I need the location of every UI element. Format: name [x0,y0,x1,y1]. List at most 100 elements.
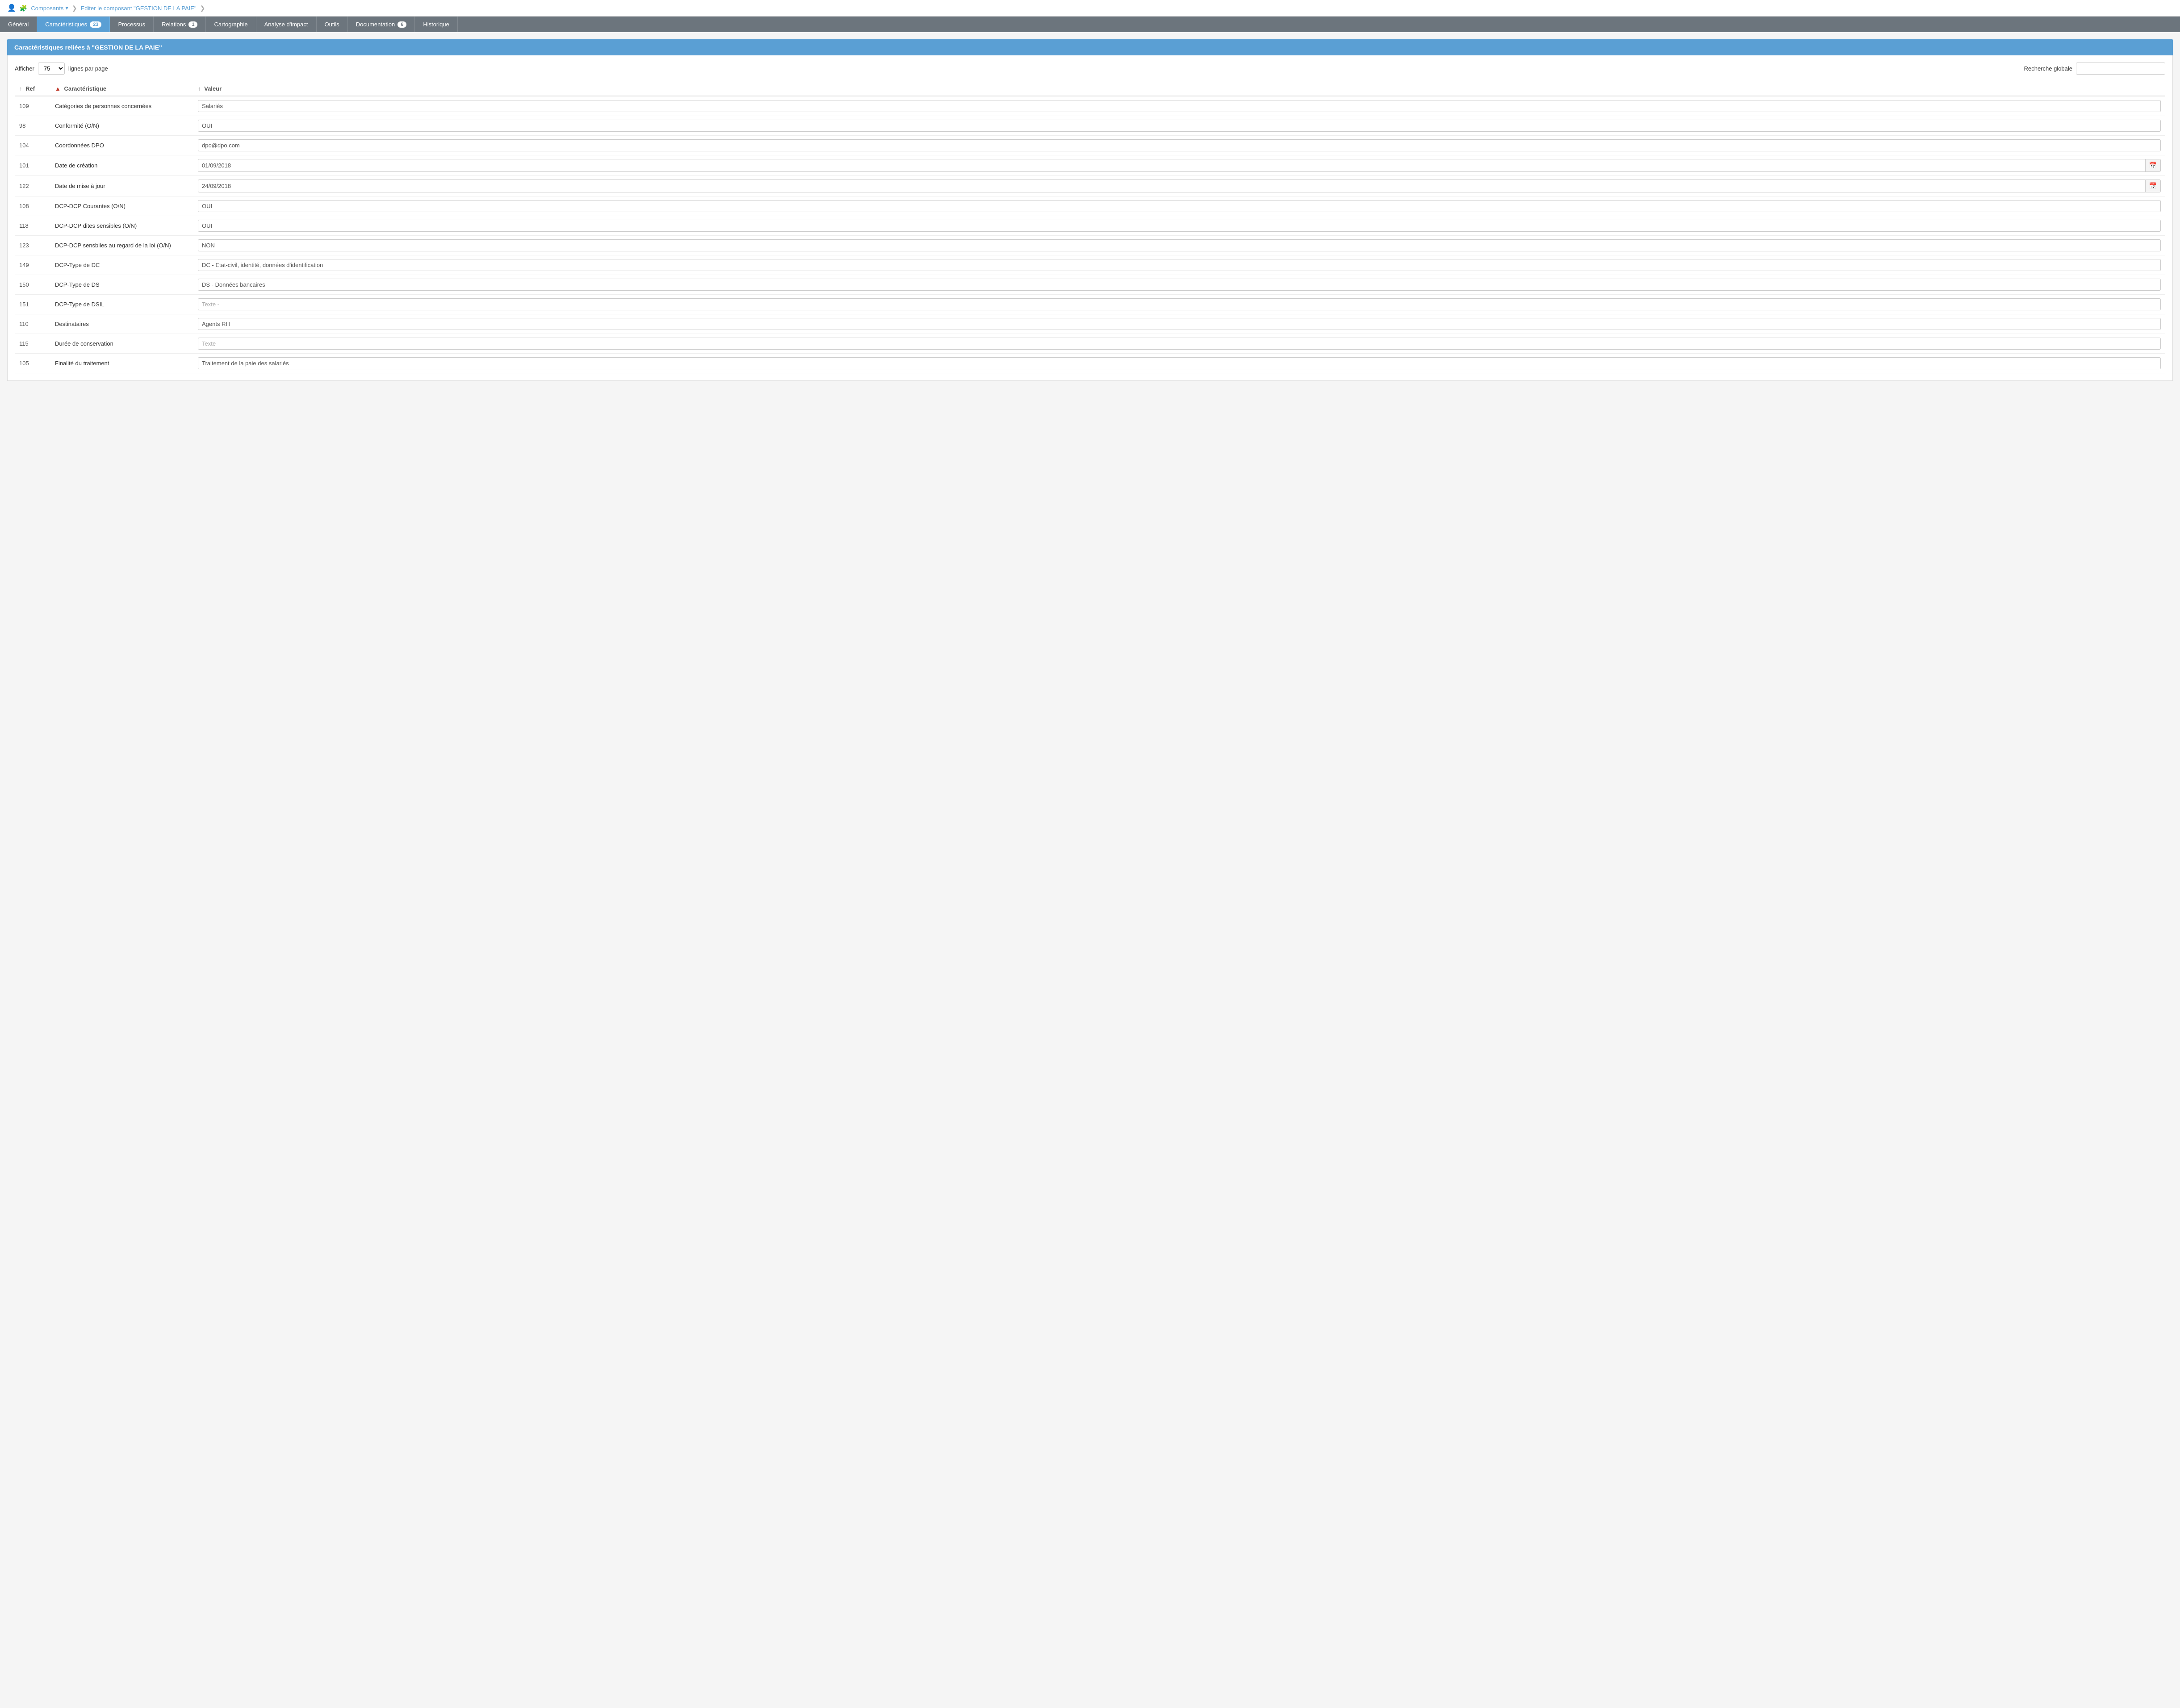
afficher-label: Afficher [15,65,34,72]
tab-caracteristiques[interactable]: Caractéristiques 23 [37,17,110,32]
cell-valeur [193,255,2165,275]
breadcrumb-chevron-2: ❯ [200,4,205,12]
table-row: 149DCP-Type de DC [15,255,2165,275]
cell-ref: 101 [15,155,50,176]
composants-label: Composants [31,5,63,12]
valeur-input[interactable] [198,318,2161,330]
tab-caracteristiques-label: Caractéristiques [45,21,87,28]
table-row: 104Coordonnées DPO [15,136,2165,155]
cell-caracteristique: Date de mise à jour [50,176,193,196]
cell-ref: 149 [15,255,50,275]
cell-valeur [193,116,2165,136]
valeur-input[interactable] [198,139,2161,151]
user-icon[interactable]: 👤 [7,4,16,13]
cell-ref: 105 [15,354,50,373]
valeur-input[interactable] [198,338,2161,350]
date-input[interactable] [198,180,2145,192]
tab-outils-label: Outils [325,21,339,28]
cell-valeur [193,196,2165,216]
tab-relations-badge: 1 [188,21,197,28]
tab-processus-label: Processus [118,21,145,28]
cell-ref: 150 [15,275,50,295]
composants-dropdown-icon[interactable]: ▾ [65,4,68,12]
tab-documentation[interactable]: Documentation 6 [348,17,415,32]
table-row: 151DCP-Type de DSIL [15,295,2165,314]
cell-valeur [193,136,2165,155]
cell-caracteristique: Destinataires [50,314,193,334]
tab-general-label: Général [8,21,29,28]
valeur-input[interactable] [198,259,2161,271]
tab-cartographie[interactable]: Cartographie [206,17,256,32]
cell-ref: 118 [15,216,50,236]
th-valeur-label: Valeur [204,85,222,92]
cell-caracteristique: DCP-Type de DS [50,275,193,295]
section-header-text: Caractéristiques reliées à "GESTION DE L… [14,44,162,51]
cell-ref: 109 [15,96,50,116]
top-nav: 👤 🧩 Composants ▾ ❯ Editer le composant "… [0,0,2180,17]
table-row: 110Destinataires [15,314,2165,334]
cell-caracteristique: DCP-DCP sensbiles au regard de la loi (O… [50,236,193,255]
cell-valeur: 📅 [193,155,2165,176]
search-input[interactable] [2076,63,2165,75]
table-body: 109Catégories de personnes concernées98C… [15,96,2165,373]
controls-left: Afficher 25 50 75 100 lignes par page [15,63,108,75]
valeur-input[interactable] [198,120,2161,132]
th-ref-label: Ref [25,85,35,92]
valeur-input[interactable] [198,298,2161,310]
cell-caracteristique: Date de création [50,155,193,176]
tab-general[interactable]: Général [0,17,37,32]
cell-valeur [193,295,2165,314]
table-row: 115Durée de conservation [15,334,2165,354]
calendar-icon[interactable]: 📅 [2145,159,2160,171]
cell-valeur: 📅 [193,176,2165,196]
th-carac-label: Caractéristique [64,85,107,92]
table-row: 123DCP-DCP sensbiles au regard de la loi… [15,236,2165,255]
main-content: Caractéristiques reliées à "GESTION DE L… [0,32,2180,388]
controls-row: Afficher 25 50 75 100 lignes par page Re… [15,63,2165,75]
cell-caracteristique: Conformité (O/N) [50,116,193,136]
table-row: 108DCP-DCP Courantes (O/N) [15,196,2165,216]
th-valeur[interactable]: ↑ Valeur [193,82,2165,96]
tab-historique[interactable]: Historique [415,17,458,32]
controls-right: Recherche globale [2024,63,2165,75]
tab-historique-label: Historique [423,21,449,28]
table-row: 101Date de création 📅 [15,155,2165,176]
cell-caracteristique: Durée de conservation [50,334,193,354]
cell-ref: 115 [15,334,50,354]
valeur-input[interactable] [198,220,2161,232]
valeur-input[interactable] [198,200,2161,212]
table-row: 118DCP-DCP dites sensibles (O/N) [15,216,2165,236]
th-valeur-sort-icon: ↑ [198,85,201,92]
per-page-select[interactable]: 25 50 75 100 [38,63,65,75]
table-row: 150DCP-Type de DS [15,275,2165,295]
tab-relations[interactable]: Relations 1 [154,17,206,32]
page-title: Editer le composant "GESTION DE LA PAIE" [81,5,197,12]
valeur-input[interactable] [198,239,2161,251]
tab-analyse-impact[interactable]: Analyse d'impact [256,17,317,32]
cell-caracteristique: Coordonnées DPO [50,136,193,155]
cell-caracteristique: DCP-Type de DSIL [50,295,193,314]
cell-valeur [193,236,2165,255]
valeur-input[interactable] [198,100,2161,112]
tabs-bar: Général Caractéristiques 23 Processus Re… [0,17,2180,32]
valeur-input[interactable] [198,357,2161,369]
tab-cartographie-label: Cartographie [214,21,247,28]
cell-ref: 151 [15,295,50,314]
breadcrumb-chevron-1: ❯ [72,4,77,12]
tab-documentation-label: Documentation [356,21,395,28]
th-caracteristique[interactable]: ▲ Caractéristique [50,82,193,96]
calendar-icon[interactable]: 📅 [2145,180,2160,192]
th-ref[interactable]: ↑ Ref [15,82,50,96]
cell-valeur [193,216,2165,236]
date-wrapper: 📅 [198,180,2161,192]
tab-outils[interactable]: Outils [317,17,348,32]
cell-valeur [193,275,2165,295]
date-input[interactable] [198,160,2145,171]
valeur-input[interactable] [198,279,2161,291]
puzzle-icon: 🧩 [20,4,27,12]
composants-link[interactable]: Composants ▾ [31,4,68,12]
tab-processus[interactable]: Processus [110,17,154,32]
section-header: Caractéristiques reliées à "GESTION DE L… [7,39,2173,55]
cell-ref: 108 [15,196,50,216]
cell-valeur [193,334,2165,354]
